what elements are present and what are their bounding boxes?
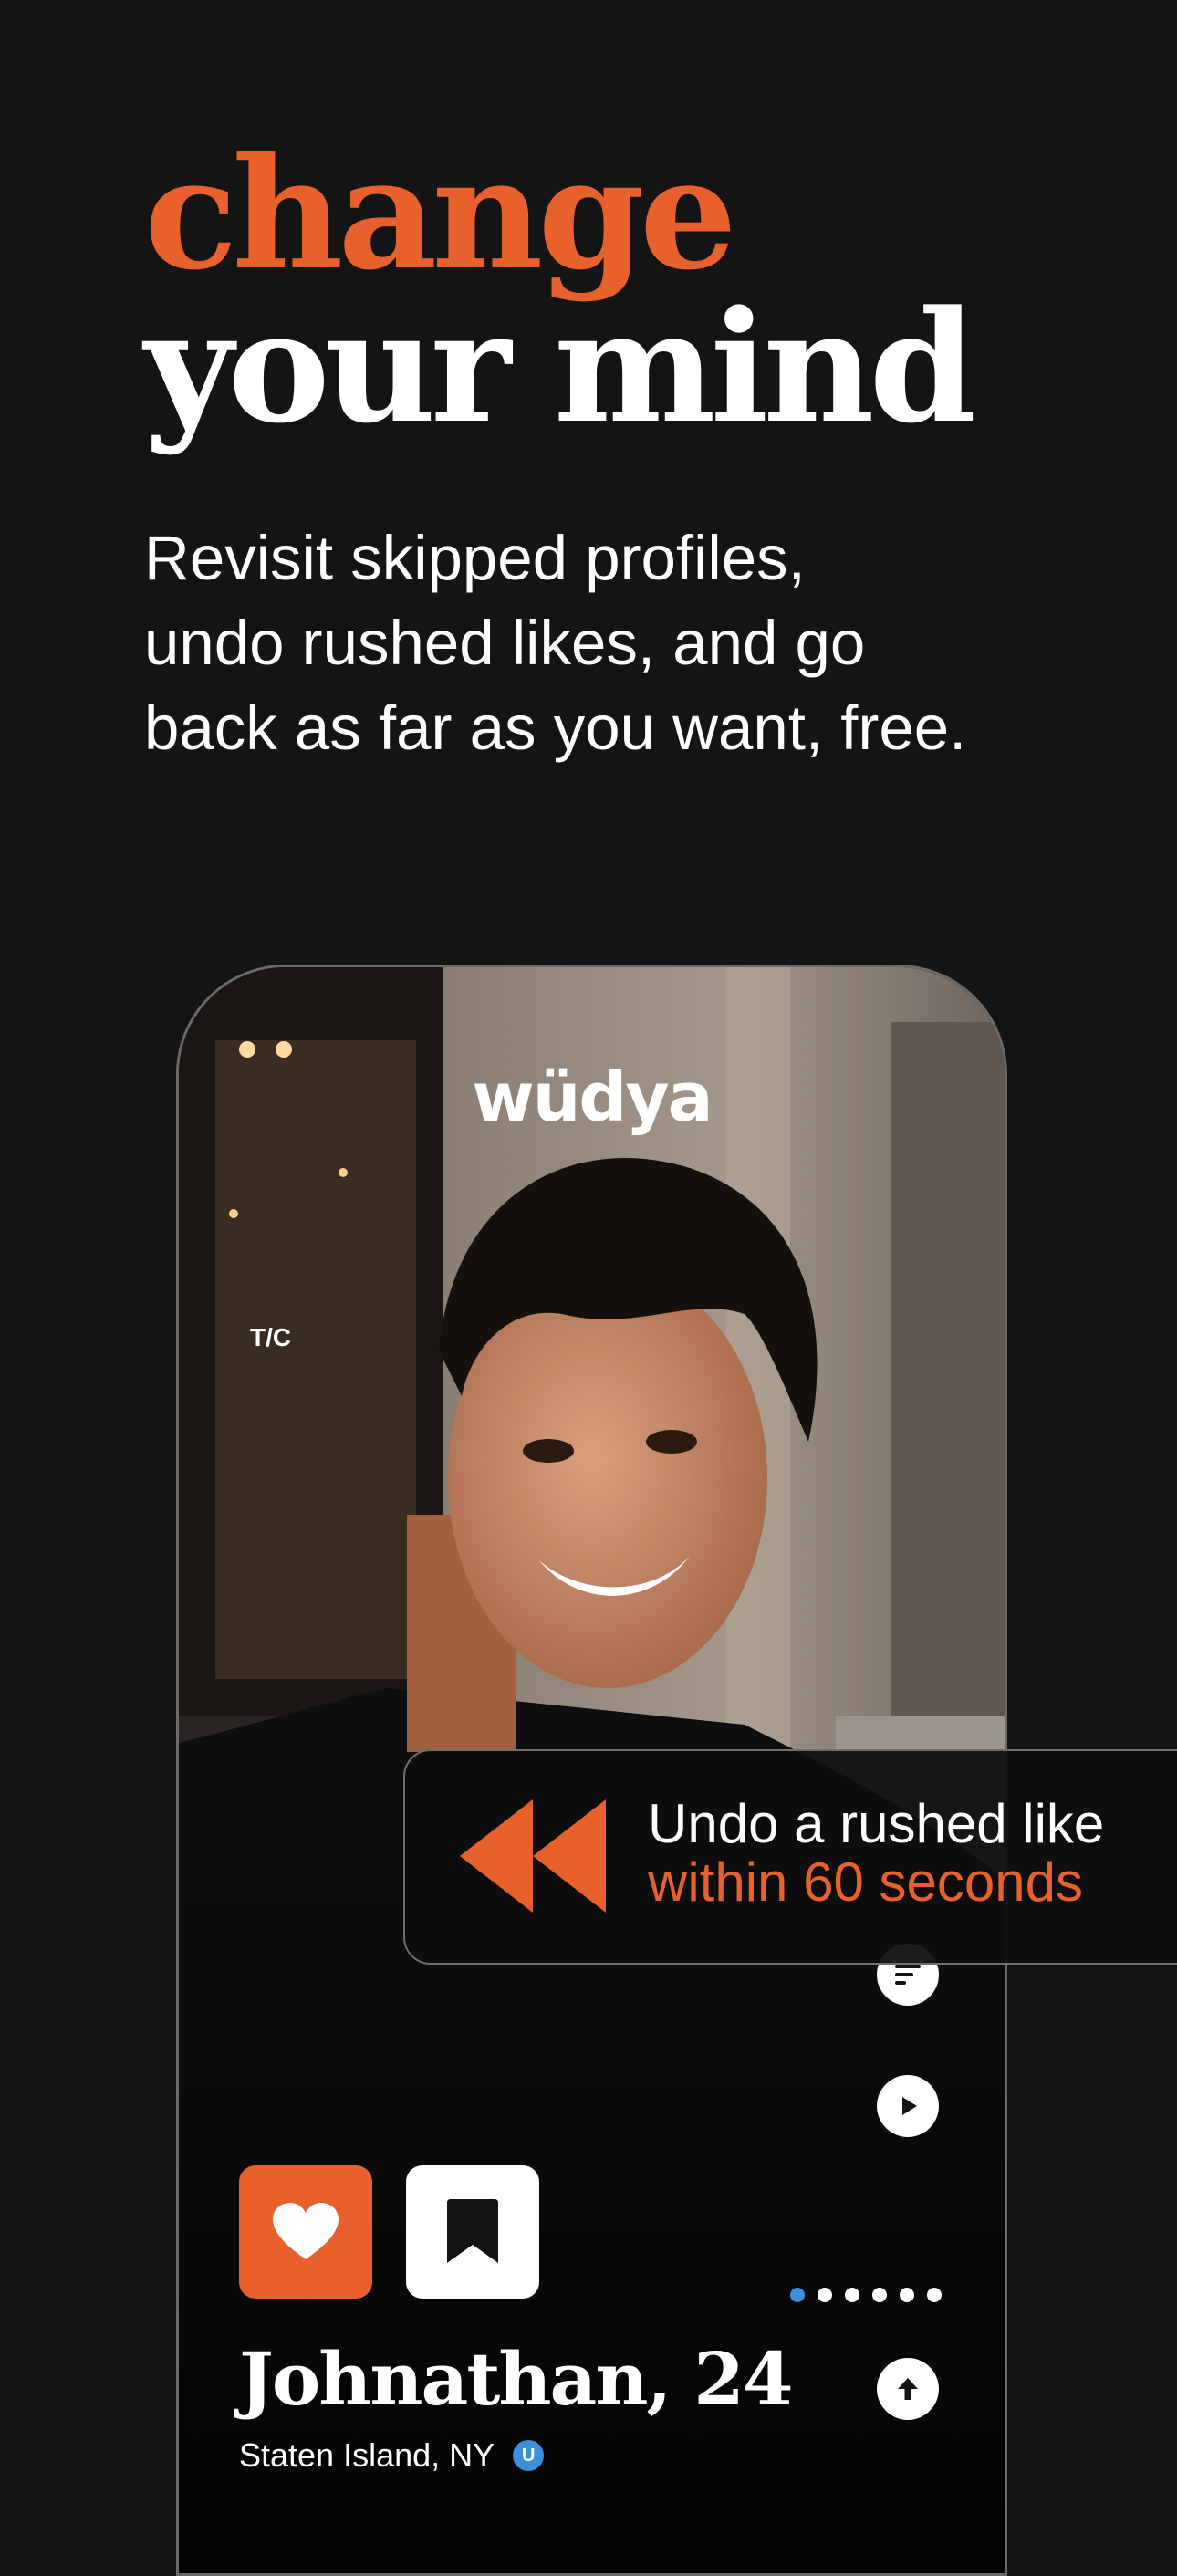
undo-callout-title: Undo a rushed like [648,1793,1105,1854]
headline-main: your mind [144,276,976,457]
subtitle: Revisit skipped profiles, undo rushed li… [144,516,1057,770]
bookmark-icon [447,2199,498,2263]
pagination-dot[interactable] [790,2288,805,2302]
rewind-icon [460,1799,606,1913]
save-button[interactable] [406,2165,539,2299]
undo-callout: Undo a rushed like within 60 seconds [403,1749,1177,1965]
heart-icon [273,2203,339,2259]
subtitle-line: back as far as you want, free. [144,693,967,763]
like-button[interactable] [239,2165,372,2299]
app-logo: wüdya [472,1059,713,1137]
play-icon[interactable] [877,2075,939,2137]
photo-pagination[interactable] [790,2288,942,2302]
pagination-dot[interactable] [872,2288,887,2302]
profile-name: Johnathan, 24 [239,2336,794,2422]
pagination-dot[interactable] [927,2288,942,2302]
pagination-dot[interactable] [818,2288,832,2302]
headline-accent: change [144,123,737,304]
location-text: Staten Island, NY [239,2436,495,2474]
pagination-dot[interactable] [900,2288,914,2302]
subtitle-line: Revisit skipped profiles, [144,523,806,593]
undo-callout-subtitle: within 60 seconds [648,1851,1083,1913]
pagination-dot[interactable] [845,2288,859,2302]
subtitle-line: undo rushed likes, and go [144,608,866,678]
verified-badge-icon: U [513,2440,545,2471]
profile-location: Staten Island, NY U [239,2436,545,2475]
undo-callout-text: Undo a rushed like within 60 seconds [648,1795,1104,1912]
headline: change your mind [144,123,976,457]
arrow-up-icon[interactable] [877,2358,939,2420]
